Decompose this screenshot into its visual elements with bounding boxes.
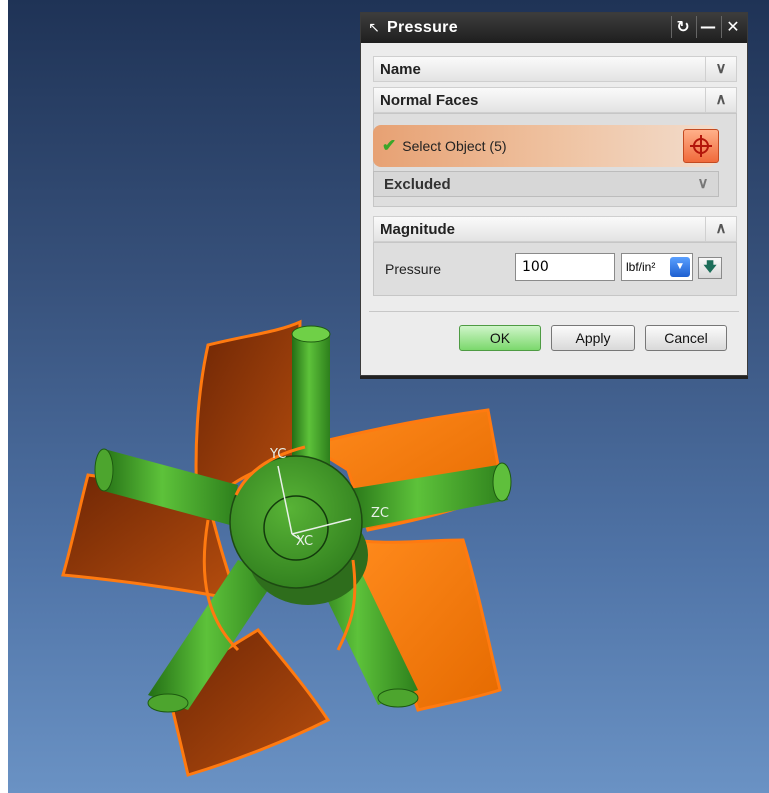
check-icon: ✔ — [382, 136, 397, 155]
reset-icon[interactable]: ↻ — [671, 16, 694, 38]
unit-value: lbf/in² — [626, 260, 656, 274]
dialog-titlebar[interactable]: ↖ Pressure ↻ — ✕ — [361, 13, 747, 43]
select-object-button[interactable] — [683, 129, 719, 163]
group-name-header[interactable]: Name ∨ — [373, 56, 737, 82]
apply-button[interactable]: Apply — [551, 325, 635, 351]
axis-xc-label: XC — [296, 534, 313, 549]
axis-zc-label: ZC — [371, 506, 389, 521]
minimize-icon[interactable]: — — [696, 16, 719, 38]
close-icon[interactable]: ✕ — [721, 16, 744, 38]
chevron-down-icon[interactable]: ∨ — [688, 172, 718, 196]
select-object-row[interactable]: ✔ Select Object (5) — [373, 125, 716, 167]
dropdown-arrow-icon[interactable]: ▼ — [670, 257, 690, 277]
chevron-up-icon[interactable]: ∧ — [705, 217, 736, 241]
excluded-label: Excluded — [384, 175, 451, 193]
pressure-dialog: ↖ Pressure ↻ — ✕ Name ∨ Normal Faces ∧ ✔… — [360, 12, 748, 376]
chevron-up-icon[interactable]: ∧ — [705, 88, 736, 112]
group-name-label: Name — [380, 60, 421, 78]
group-magnitude-header[interactable]: Magnitude ∧ — [373, 216, 737, 242]
select-object-label: Select Object (5) — [402, 138, 507, 154]
pressure-input[interactable] — [515, 253, 615, 281]
axis-yc-label: YC — [269, 447, 286, 462]
crosshair-icon — [690, 135, 712, 157]
cancel-button[interactable]: Cancel — [645, 325, 727, 351]
chevron-down-icon[interactable]: ∨ — [705, 57, 736, 81]
ok-button[interactable]: OK — [459, 325, 541, 351]
unit-select[interactable]: lbf/in² ▼ — [621, 253, 693, 281]
group-normal-faces-label: Normal Faces — [380, 91, 479, 109]
down-arrow-icon[interactable]: 🡇 — [698, 257, 722, 279]
divider — [369, 311, 739, 312]
group-magnitude-label: Magnitude — [380, 220, 455, 238]
pressure-label: Pressure — [385, 261, 442, 277]
dialog-title: Pressure — [387, 19, 458, 36]
group-normal-faces-header[interactable]: Normal Faces ∧ — [373, 87, 737, 113]
arrow-icon: ↖ — [368, 20, 380, 36]
excluded-subgroup[interactable]: Excluded ∨ — [373, 171, 719, 197]
